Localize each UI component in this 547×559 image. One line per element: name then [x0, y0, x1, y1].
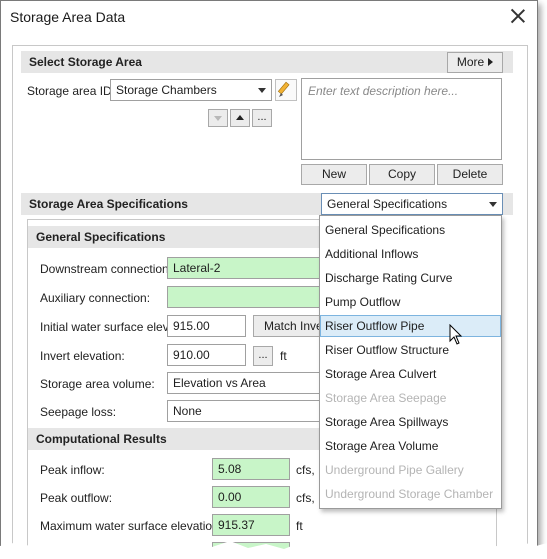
invert-elevation-input[interactable]: 910.00 — [167, 344, 246, 366]
caret-right-icon — [488, 58, 494, 66]
more-button[interactable]: More — [447, 52, 503, 73]
description-textarea[interactable]: Enter text description here... — [301, 78, 502, 160]
mouse-cursor-icon — [449, 324, 463, 345]
auxiliary-connection-label: Auxiliary connection: — [40, 291, 151, 305]
move-down-button[interactable] — [208, 109, 228, 127]
section-title-select: Select Storage Area — [29, 55, 142, 69]
seepage-loss-label: Seepage loss: — [40, 405, 117, 419]
storage-area-id-select[interactable]: Storage Chambers — [110, 79, 272, 101]
auxiliary-connection-select[interactable] — [167, 286, 327, 308]
chevron-down-icon — [258, 88, 266, 93]
storage-area-id-value: Storage Chambers — [116, 83, 217, 97]
more-button-label: More — [456, 55, 485, 69]
arrow-up-icon — [236, 115, 244, 120]
torn-edge-decoration — [0, 540, 547, 559]
close-icon[interactable] — [510, 8, 526, 24]
invert-elevation-label: Invert elevation: — [40, 349, 125, 363]
title-bar: Storage Area Data — [1, 1, 537, 33]
peak-outflow-unit: cfs, — [296, 491, 315, 505]
delete-button[interactable]: Delete — [437, 164, 503, 185]
max-water-surface-label: Maximum water surface elevation: — [40, 519, 223, 533]
edit-id-button[interactable] — [275, 79, 297, 101]
select-storage-area-header: Select Storage Area More — [21, 51, 513, 73]
seepage-loss-value: None — [173, 404, 202, 418]
ellipsis-label: ... — [258, 349, 268, 361]
downstream-connection-select[interactable]: Lateral-2 — [167, 257, 327, 279]
dropdown-option-underground-pipe-gallery: Underground Pipe Gallery — [325, 463, 464, 477]
invert-elevation-value: 910.00 — [173, 348, 210, 362]
dropdown-option-general-specifications[interactable]: General Specifications — [320, 219, 501, 241]
copy-button[interactable]: Copy — [369, 164, 435, 185]
seepage-loss-select[interactable]: None — [167, 400, 327, 422]
dropdown-option-storage-area-seepage: Storage Area Seepage — [325, 391, 447, 405]
initial-water-surface-label: Initial water surface elev: — [40, 320, 173, 334]
peak-outflow-value: 0.00 — [218, 490, 242, 504]
specification-type-value: General Specifications — [327, 197, 448, 211]
dropdown-option-storage-area-volume[interactable]: Storage Area Volume — [320, 435, 501, 457]
section-title-specs: Storage Area Specifications — [29, 197, 188, 211]
new-button[interactable]: New — [301, 164, 367, 185]
peak-inflow-label: Peak inflow: — [40, 463, 105, 477]
initial-water-surface-value: 915.00 — [173, 319, 210, 333]
initial-water-surface-input[interactable]: 915.00 — [167, 315, 246, 337]
storage-area-volume-value: Elevation vs Area — [173, 376, 266, 390]
dropdown-option-discharge-rating-curve[interactable]: Discharge Rating Curve — [320, 267, 501, 289]
peak-outflow-value-field: 0.00 — [212, 486, 290, 508]
max-water-surface-unit: ft — [296, 519, 303, 533]
dropdown-option-riser-outflow-pipe[interactable]: Riser Outflow Pipe — [320, 315, 501, 337]
invert-elevation-unit: ft — [280, 349, 287, 363]
dropdown-option-storage-area-spillways[interactable]: Storage Area Spillways — [320, 411, 501, 433]
max-water-surface-value: 915.37 — [218, 518, 255, 532]
downstream-connection-label: Downstream connection: — [40, 262, 173, 276]
match-invert-button[interactable]: Match Invert — [253, 315, 328, 337]
dropdown-option-additional-inflows[interactable]: Additional Inflows — [320, 243, 501, 265]
dropdown-option-pump-outflow[interactable]: Pump Outflow — [320, 291, 501, 313]
arrow-down-icon — [214, 116, 222, 121]
dropdown-option-storage-area-culvert[interactable]: Storage Area Culvert — [320, 363, 501, 385]
peak-inflow-value-field: 5.08 — [212, 458, 290, 480]
move-up-button[interactable] — [230, 109, 250, 127]
description-placeholder: Enter text description here... — [308, 84, 459, 98]
chevron-down-icon — [489, 202, 497, 207]
storage-area-id-label: Storage area ID: — [27, 84, 116, 98]
downstream-connection-value: Lateral-2 — [173, 261, 221, 275]
peak-inflow-value: 5.08 — [218, 462, 242, 476]
browse-button[interactable]: ... — [252, 109, 272, 127]
invert-elevation-browse-button[interactable]: ... — [253, 346, 273, 366]
storage-area-volume-select[interactable]: Elevation vs Area — [167, 372, 327, 394]
section-title-general: General Specifications — [36, 230, 166, 244]
specification-type-select[interactable]: General Specifications — [321, 193, 503, 215]
storage-area-volume-label: Storage area volume: — [40, 377, 155, 391]
pencil-icon — [277, 81, 290, 97]
window-title: Storage Area Data — [10, 9, 126, 25]
dropdown-option-riser-outflow-structure[interactable]: Riser Outflow Structure — [320, 339, 501, 361]
peak-inflow-unit: cfs, — [296, 463, 315, 477]
dropdown-option-underground-storage-chamber: Underground Storage Chamber — [325, 487, 494, 501]
section-title-results: Computational Results — [36, 432, 167, 446]
specification-type-dropdown: General Specifications Additional Inflow… — [319, 215, 502, 509]
peak-outflow-label: Peak outflow: — [40, 491, 113, 505]
max-water-surface-value-field: 915.37 — [212, 514, 290, 536]
ellipsis-label: ... — [257, 111, 267, 123]
